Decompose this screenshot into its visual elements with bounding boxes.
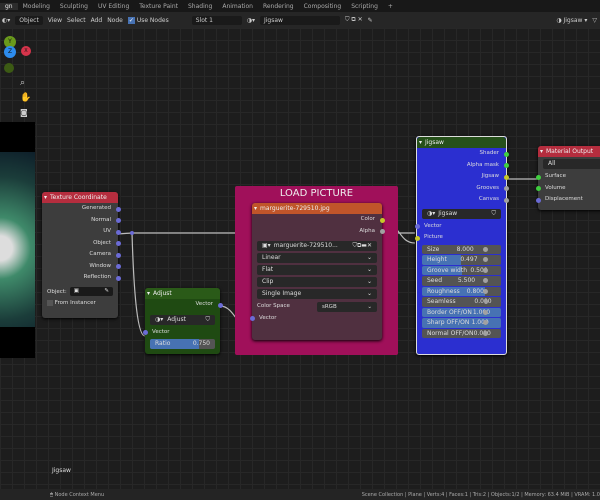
output-socket-row: Shader (417, 148, 509, 160)
output-socket-row: Reflection (42, 272, 121, 284)
socket-icon[interactable] (414, 235, 420, 241)
source-dropdown[interactable]: Single Image ⌄ (257, 289, 377, 299)
socket-icon[interactable] (535, 197, 541, 203)
socket-icon[interactable] (217, 302, 223, 308)
jigsaw-group-node[interactable]: Jigsaw ShaderAlpha maskJigsawGroovesCanv… (414, 136, 509, 355)
output-socket-row: Jigsaw (417, 171, 509, 183)
jigsaw-prop-slider[interactable]: Size 8.000 (422, 244, 501, 254)
status-right: Scene Collection | Plane | Verts:4 | Fac… (361, 491, 600, 498)
object-label: Object: (47, 288, 67, 295)
node-header[interactable]: Jigsaw (417, 137, 506, 148)
projection-dropdown[interactable]: Flat ⌄ (257, 265, 377, 275)
status-left: 🖱 Node Context Menu (50, 491, 105, 498)
socket-icon[interactable] (503, 186, 509, 191)
input-vector: Vector (249, 313, 382, 325)
output-socket-row: Alpha mask (417, 160, 509, 172)
image-texture-node[interactable]: marguerite-729510.jpg Color Alpha ▣▾marg… (249, 203, 385, 340)
group-selector[interactable]: ◑▾ Jigsaw ⛉ (422, 208, 501, 219)
ratio-label: Ratio (155, 340, 171, 347)
ratio-slider[interactable]: Ratio 0.750 (150, 339, 215, 349)
socket-icon[interactable] (503, 174, 509, 180)
group-selector[interactable]: ◑▾ Adjust ⛉ (150, 314, 215, 325)
socket-icon[interactable] (115, 252, 121, 258)
node-header[interactable]: marguerite-729510.jpg (252, 203, 382, 214)
adjust-node[interactable]: Adjust Vector ◑▾Adjust⛉ Vector Ratio0.75… (142, 288, 223, 354)
color-space-dropdown[interactable]: sRGB ⌄ (317, 302, 377, 312)
input-vector: Vector (414, 221, 506, 233)
object-field[interactable]: Object: ▣ ✎ (42, 286, 118, 299)
group-icon: ◑▾ (427, 209, 436, 217)
image-actions-icon[interactable]: ⛉⧉▬✕ (353, 241, 372, 251)
socket-icon[interactable] (249, 316, 255, 321)
node-header[interactable]: Texture Coordinate (42, 192, 118, 203)
socket-icon[interactable] (414, 224, 420, 229)
ratio-value: 0.750 (192, 340, 210, 347)
output-color: Color (252, 214, 385, 226)
texture-coordinate-node[interactable]: Texture Coordinate GeneratedNormalUVObje… (42, 192, 121, 318)
socket-icon[interactable] (115, 264, 121, 269)
color-space-row: Color Space sRGB ⌄ (252, 301, 382, 313)
jigsaw-prop-slider[interactable]: Height 0.497 (422, 255, 501, 265)
output-vector: Vector (145, 299, 223, 311)
material-name-overlay: Jigsaw (52, 467, 71, 474)
extension-dropdown[interactable]: Clip ⌄ (257, 277, 377, 287)
socket-icon[interactable] (503, 151, 509, 157)
socket-icon[interactable] (142, 330, 148, 335)
input-displacement: Displacement (535, 194, 600, 206)
image-icon: ▣▾ (262, 242, 271, 249)
socket-icon[interactable] (379, 229, 385, 234)
input-surface: Surface (535, 171, 600, 183)
output-socket-row: Generated (42, 203, 121, 215)
jigsaw-prop-slider[interactable]: Seed 5.500 (422, 276, 501, 286)
output-socket-row: Window (42, 261, 121, 273)
group-name: Adjust (167, 315, 187, 323)
output-socket-row: Canvas (417, 194, 509, 206)
socket-icon[interactable] (379, 217, 385, 223)
input-volume: Volume (535, 183, 600, 195)
group-icon: ◑▾ (155, 315, 164, 323)
input-vector: Vector (142, 327, 220, 339)
checkbox-icon (47, 299, 53, 306)
output-socket-row: Object (42, 238, 121, 250)
output-socket-row: Normal (42, 215, 121, 227)
socket-icon[interactable] (115, 218, 121, 223)
socket-icon[interactable] (503, 197, 509, 203)
node-header[interactable]: Material Output (538, 146, 600, 157)
jigsaw-prop-slider[interactable]: Groove width 0.500 (422, 265, 501, 275)
jigsaw-prop-slider[interactable]: Seamless OFF/ON0.000 (422, 297, 501, 307)
interpolation-dropdown[interactable]: Linear ⌄ (257, 253, 377, 263)
material-output-node[interactable]: Material Output All Surface Volume Displ… (535, 146, 600, 210)
link-uv-to-adjust-vector (131, 232, 146, 337)
frame-label: LOAD PICTURE (279, 188, 354, 199)
target-dropdown[interactable]: All (543, 159, 600, 169)
socket-icon[interactable] (115, 275, 121, 281)
group-name: Jigsaw (438, 209, 458, 217)
from-instancer-checkbox[interactable]: From Instancer (42, 298, 118, 310)
eyedropper-icon[interactable]: ✎ (104, 288, 109, 295)
output-alpha: Alpha (252, 226, 385, 238)
input-picture: Picture (414, 232, 506, 244)
socket-icon[interactable] (115, 206, 121, 212)
fake-user-icon[interactable]: ⛉ (205, 315, 210, 325)
jigsaw-prop-slider[interactable]: Roughness 0.800 (422, 286, 501, 296)
output-socket-row: Camera (42, 249, 121, 261)
socket-icon[interactable] (535, 174, 541, 180)
image-name: marguerite-729510... (273, 242, 338, 249)
image-selector[interactable]: ▣▾ marguerite-729510... ⛉⧉▬✕ (257, 241, 377, 251)
node-header[interactable]: Adjust (145, 288, 220, 299)
color-space-label: Color Space (257, 303, 290, 309)
socket-icon[interactable] (503, 163, 509, 168)
output-socket-row: UV (42, 226, 121, 238)
from-instancer-label: From Instancer (54, 300, 96, 306)
status-bar: 🖱 Node Context Menu Scene Collection | P… (0, 489, 600, 500)
fake-user-icon[interactable]: ⛉ (491, 209, 496, 219)
jigsaw-prop-slider[interactable]: Sharp OFF/ON 1.000 (422, 318, 501, 328)
jigsaw-prop-slider[interactable]: Border OFF/ON 1.000 (422, 307, 501, 317)
output-socket-row: Grooves (417, 183, 509, 195)
socket-icon[interactable] (535, 186, 541, 191)
reroute-node (130, 231, 134, 235)
socket-icon[interactable] (115, 241, 121, 246)
socket-icon[interactable] (115, 229, 121, 235)
jigsaw-prop-slider[interactable]: Normal OFF/ON0.000 (422, 328, 501, 338)
